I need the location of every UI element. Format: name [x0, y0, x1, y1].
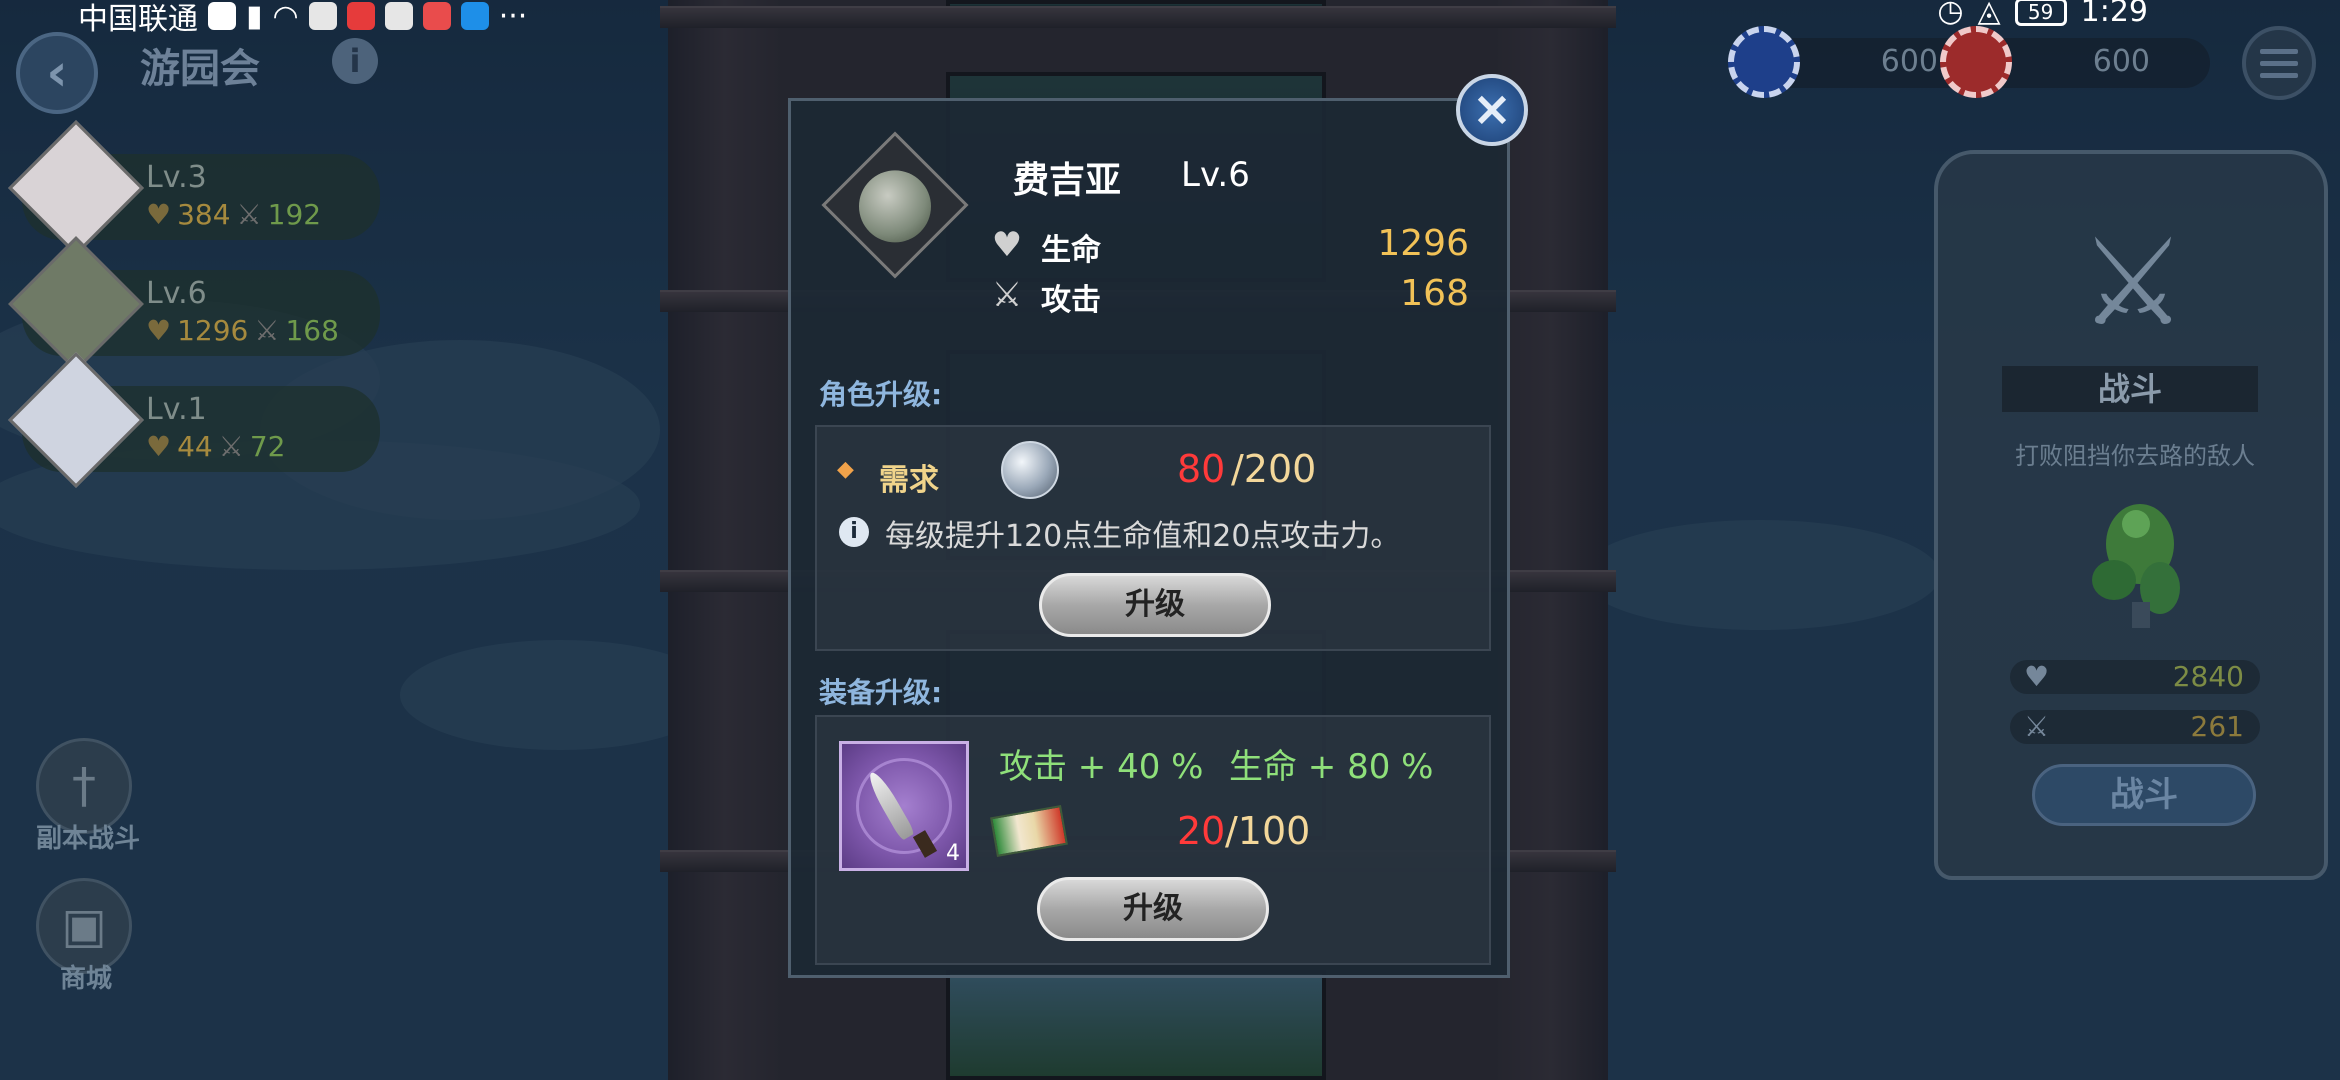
hp-value: 1296	[1377, 223, 1469, 264]
hero-atk-row: ⚔ 攻击 168	[987, 273, 1487, 318]
dagger-equipment-icon[interactable]: 4	[839, 741, 969, 871]
role-upgrade-title: 角色升级:	[819, 378, 943, 411]
red-chip-icon	[1940, 26, 2012, 98]
app-notification-icon	[384, 2, 413, 30]
heart-icon: ♥	[991, 225, 1023, 265]
hero-level: Lv.6	[1181, 155, 1250, 195]
enemy-atk-bar: ⚔ 261	[2010, 710, 2260, 744]
equip-upgrade-button[interactable]: 升级	[1037, 877, 1269, 941]
equipment-count: 4	[946, 841, 960, 866]
battery-icon: 59	[2014, 0, 2067, 26]
more-icon: ···	[498, 0, 528, 34]
party-stats: ♥ 384 ⚔ 192	[146, 198, 321, 231]
enemy-atk: 261	[2190, 710, 2244, 743]
heart-icon: ♥	[2024, 660, 2050, 693]
enemy-hp: 2840	[2172, 660, 2244, 693]
red-chip-currency[interactable]: 600	[1940, 26, 2210, 98]
upgrade-ticket-icon	[990, 805, 1068, 857]
battle-panel: ⚔ 战斗 打败阻挡你去路的敌人 ♥ 2840 ⚔ 261 战斗	[1934, 150, 2328, 880]
battle-title: 战斗	[2002, 366, 2258, 412]
menu-button[interactable]	[2242, 26, 2316, 100]
hp-label: 生命	[1041, 233, 1101, 268]
party-atk: 192	[267, 198, 322, 231]
sword-icon: ⚔	[991, 275, 1023, 315]
atk-label: 攻击	[1041, 283, 1101, 318]
close-icon: ×	[1471, 81, 1513, 137]
party-member-card[interactable]: Lv.1 ♥ 44 ⚔ 72	[8, 352, 380, 488]
party-hp: 384	[177, 198, 231, 231]
info-icon[interactable]: i	[332, 38, 378, 84]
star-icon: ◆	[837, 457, 854, 482]
hp-bonus: 生命 + 80 %	[1229, 747, 1434, 787]
role-upgrade-button[interactable]: 升级	[1039, 573, 1271, 637]
party-stats: ♥ 1296 ⚔ 168	[146, 314, 339, 347]
heart-icon: ♥	[146, 314, 172, 347]
character-upgrade-modal: 费吉亚 Lv.6 ♥ 生命 1296 ⚔ 攻击 168 角色升级: ◆ 需求 8…	[788, 98, 1510, 978]
dungeon-battle-label: 副本战斗	[35, 824, 140, 854]
status-left: 中国联通 ▮ ◠ ···	[78, 0, 527, 38]
crossed-swords-icon: ⚔	[2079, 214, 2187, 353]
heart-icon: ♥	[146, 430, 172, 463]
sword-icon: ⚔	[236, 198, 262, 231]
signal-icon: ▮	[246, 0, 263, 34]
party-atk: 168	[285, 314, 339, 347]
blue-chip-value: 600	[1880, 44, 1938, 79]
atk-value: 168	[1400, 273, 1469, 314]
party-level: Lv.6	[146, 276, 207, 311]
info-icon: i	[839, 517, 869, 547]
red-chip-value: 600	[2092, 44, 2150, 79]
sword-icon: ⚔	[218, 430, 244, 463]
hero-hp-row: ♥ 生命 1296	[987, 223, 1487, 268]
role-required-amount: /200	[1231, 447, 1317, 491]
party-level: Lv.1	[146, 392, 207, 427]
party-hp: 1296	[177, 314, 249, 347]
app-notification-icon	[308, 2, 337, 30]
silver-coin-icon	[1001, 441, 1059, 499]
status-right: ◷ ◬ 59 1:29	[1937, 0, 2148, 29]
app-notification-icon	[346, 2, 375, 30]
mute-icon: ◬	[1977, 0, 2001, 29]
equip-required-amount: /100	[1225, 809, 1311, 853]
equip-current-amount: 20	[1177, 809, 1226, 853]
blue-chip-icon	[1728, 26, 1800, 98]
alarm-icon: ◷	[1937, 0, 1964, 29]
heart-icon: ♥	[146, 198, 172, 231]
battle-subtitle: 打败阻挡你去路的敌人	[2015, 442, 2255, 470]
battle-button[interactable]: 战斗	[2032, 764, 2256, 826]
equip-upgrade-box: 4 攻击 + 40 % 生命 + 80 % 20 /100 升级	[815, 715, 1491, 965]
status-bar: 中国联通 ▮ ◠ ··· ◷ ◬ 59 1:29	[0, 0, 2340, 37]
party-member-card[interactable]: Lv.3 ♥ 384 ⚔ 192	[8, 120, 380, 256]
back-button[interactable]: ‹	[16, 32, 98, 114]
dagger-icon: †	[72, 758, 96, 814]
role-upgrade-box: ◆ 需求 80 /200 i 每级提升120点生命值和20点攻击力。 升级	[815, 425, 1491, 651]
hd-icon	[208, 2, 236, 30]
close-button[interactable]: ×	[1456, 74, 1528, 146]
clock: 1:29	[2080, 0, 2148, 29]
party-member-card[interactable]: Lv.6 ♥ 1296 ⚔ 168	[8, 236, 380, 372]
app-notification-icon	[460, 2, 489, 30]
back-arrow-icon: ‹	[46, 43, 68, 103]
carrier-label: 中国联通	[78, 2, 198, 37]
sword-icon: ⚔	[2024, 710, 2050, 743]
shop-icon: ▣	[61, 898, 107, 954]
wifi-icon: ◠	[272, 0, 299, 34]
sword-icon: ⚔	[254, 314, 280, 347]
party-level: Lv.3	[146, 160, 207, 195]
upgrade-info-text: 每级提升120点生命值和20点攻击力。	[885, 519, 1401, 554]
requirement-label: 需求	[879, 463, 939, 498]
role-current-amount: 80	[1177, 447, 1226, 491]
enemy-sprite	[2092, 504, 2180, 628]
page-title: 游园会	[140, 46, 260, 92]
enemy-hp-bar: ♥ 2840	[2010, 660, 2260, 694]
app-notification-icon	[422, 2, 451, 30]
hero-name: 费吉亚	[1013, 160, 1122, 201]
party-atk: 72	[249, 430, 286, 463]
hero-portrait	[821, 131, 969, 279]
equip-upgrade-title: 装备升级:	[819, 676, 943, 709]
shop-label: 商城	[59, 964, 112, 994]
atk-bonus: 攻击 + 40 %	[999, 747, 1204, 787]
party-stats: ♥ 44 ⚔ 72	[146, 430, 286, 463]
party-hp: 44	[177, 430, 213, 463]
